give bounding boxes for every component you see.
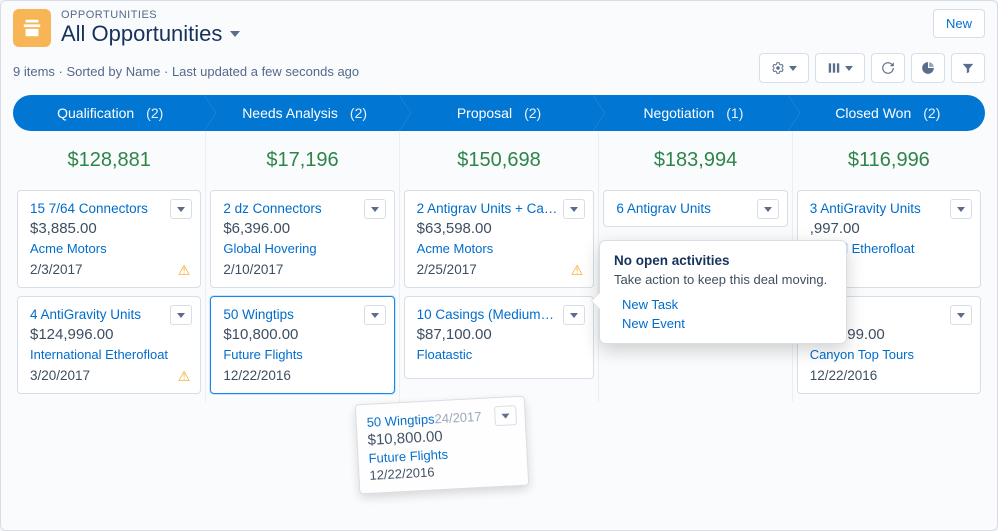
card-amount: $6,396.00 [223, 220, 383, 237]
opportunity-link[interactable]: 3 AntiGravity Units [810, 201, 970, 216]
card-amount: $10,800.00 [223, 326, 383, 343]
kanban-card[interactable]: 4 AntiGravity Units $124,996.00 Internat… [17, 296, 201, 394]
card-menu-button[interactable] [950, 305, 972, 325]
card-date: 3/20/2017 [30, 368, 190, 383]
opportunity-icon [13, 9, 51, 47]
card-date: 2/10/2017 [223, 262, 383, 277]
card-menu-button[interactable] [950, 199, 972, 219]
kanban-card[interactable]: 6 Antigrav Units [603, 190, 787, 227]
card-amount: $3,885.00 [30, 220, 190, 237]
card-menu-button[interactable] [757, 199, 779, 219]
new-button[interactable]: New [933, 9, 985, 38]
account-link[interactable]: Floatastic [417, 347, 473, 362]
stage-total: $17,196 [210, 131, 394, 190]
filter-button[interactable] [951, 53, 985, 83]
account-link[interactable]: Acme Motors [417, 241, 494, 256]
kanban-card[interactable]: 2 dz Connectors $6,396.00 Global Hoverin… [210, 190, 394, 288]
new-task-link[interactable]: New Task [622, 297, 832, 312]
account-link[interactable]: Canyon Top Tours [810, 347, 914, 362]
card-menu-button[interactable] [364, 305, 386, 325]
stage-needs-analysis[interactable]: Needs Analysis(2) [207, 95, 401, 131]
object-overline: OPPORTUNITIES [61, 9, 240, 21]
account-link[interactable]: Global Hovering [223, 241, 316, 256]
opportunity-link[interactable]: 15 7/64 Connectors [30, 201, 190, 216]
card-menu-button[interactable] [563, 199, 585, 219]
card-date: 12/22/2016 [223, 368, 383, 383]
new-event-link[interactable]: New Event [622, 316, 832, 331]
opportunity-link[interactable]: 2 Antigrav Units + Ca… [417, 201, 584, 216]
stage-total: $150,698 [404, 131, 595, 190]
stage-total: $183,994 [603, 131, 787, 190]
stage-total: $116,996 [797, 131, 981, 190]
card-amount: $63,598.00 [417, 220, 584, 237]
card-menu-button[interactable] [170, 199, 192, 219]
stage-closed-won[interactable]: Closed Won(2) [791, 95, 985, 131]
kanban-card[interactable]: 2 Antigrav Units + Ca… $63,598.00 Acme M… [404, 190, 595, 288]
chevron-down-icon [845, 66, 853, 71]
card-date: 12/22/2016 [810, 368, 970, 383]
opportunity-link[interactable]: 50 Wingtips [223, 307, 383, 322]
status-line: 9 items · Sorted by Name · Last updated … [13, 64, 359, 79]
account-link[interactable]: International Etherofloat [30, 347, 168, 362]
card-amount: ,997.00 [810, 220, 970, 237]
account-link[interactable]: Future Flights [223, 347, 302, 362]
activity-popover: No open activities Take action to keep t… [599, 240, 847, 344]
display-toggle-button[interactable] [815, 53, 865, 83]
list-view-switcher-icon[interactable] [230, 31, 240, 37]
card-amount: $124,996.00 [30, 326, 190, 343]
warning-icon[interactable]: ⚠ [178, 368, 191, 385]
opportunity-link[interactable]: 2 dz Connectors [223, 201, 383, 216]
kanban-card[interactable]: 15 7/64 Connectors $3,885.00 Acme Motors… [17, 190, 201, 288]
chart-button[interactable] [911, 53, 945, 83]
stage-total: $128,881 [17, 131, 201, 190]
card-menu-button[interactable] [494, 405, 517, 426]
opportunity-link: 50 Wingtips [366, 411, 435, 430]
drag-ghost-card[interactable]: 50 Wingtips24/2017 $10,800.00 Future Fli… [355, 396, 529, 495]
stage-qualification[interactable]: Qualification(2) [13, 95, 207, 131]
opportunity-link[interactable]: 10 Casings (Medium… [417, 307, 584, 322]
popover-title: No open activities [614, 253, 832, 268]
warning-icon[interactable]: ⚠ [571, 262, 584, 279]
card-amount: $87,100.00 [417, 326, 584, 343]
stage-negotiation[interactable]: Negotiation(1) [596, 95, 790, 131]
list-view-controls-button[interactable] [759, 53, 809, 83]
chevron-down-icon [789, 66, 797, 71]
card-date: 2/25/2017 [417, 262, 584, 277]
card-menu-button[interactable] [364, 199, 386, 219]
refresh-button[interactable] [871, 53, 905, 83]
card-menu-button[interactable] [563, 305, 585, 325]
list-view-title[interactable]: All Opportunities [61, 21, 222, 47]
card-date: 2/3/2017 [30, 262, 190, 277]
kanban-card[interactable]: 10 Casings (Medium… $87,100.00 Floatasti… [404, 296, 595, 379]
warning-icon[interactable]: ⚠ [178, 262, 191, 279]
stage-proposal[interactable]: Proposal(2) [402, 95, 596, 131]
card-menu-button[interactable] [170, 305, 192, 325]
popover-body: Take action to keep this deal moving. [614, 272, 832, 287]
opportunity-link[interactable]: 6 Antigrav Units [616, 201, 776, 216]
kanban-card[interactable]: 50 Wingtips $10,800.00 Future Flights 12… [210, 296, 394, 394]
account-link[interactable]: Acme Motors [30, 241, 107, 256]
opportunity-link[interactable]: 4 AntiGravity Units [30, 307, 190, 322]
